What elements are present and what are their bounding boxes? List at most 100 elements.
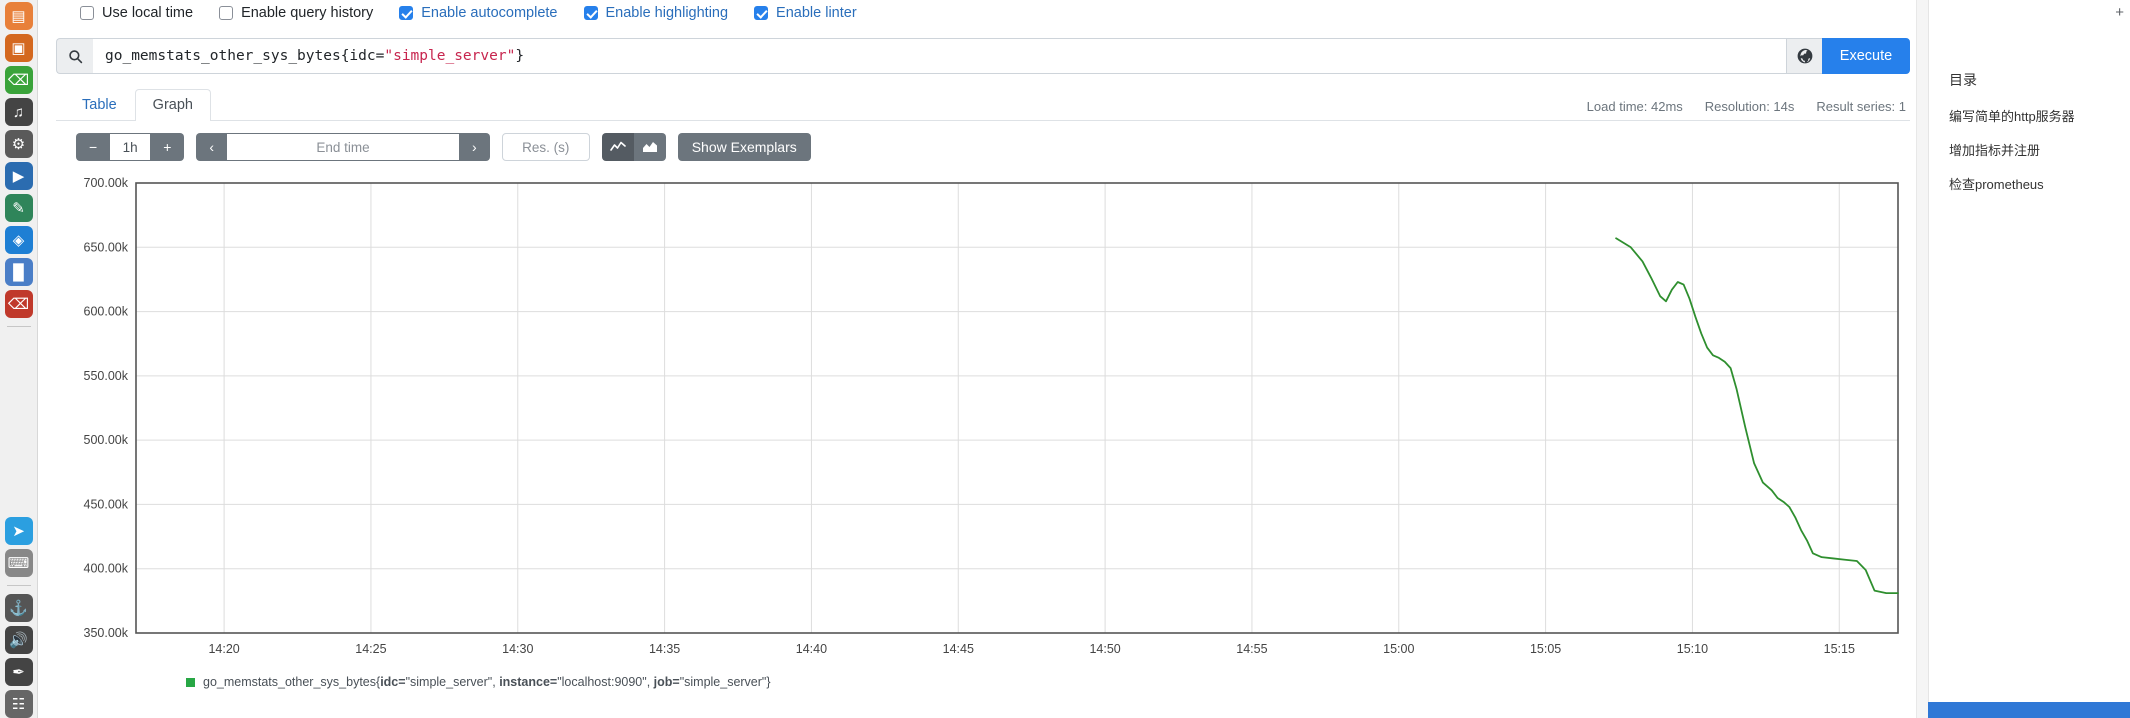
svg-text:14:45: 14:45 — [943, 642, 974, 656]
svg-text:14:25: 14:25 — [355, 642, 386, 656]
music-icon[interactable]: ♫ — [4, 98, 33, 126]
globe-icon[interactable] — [1786, 38, 1822, 74]
query-metric-part: go_memstats_other_sys_bytes{idc= — [105, 48, 385, 64]
query-expression-text: go_memstats_other_sys_bytes{idc="simple_… — [105, 48, 524, 64]
query-closing-part: } — [515, 48, 525, 64]
svg-text:14:40: 14:40 — [796, 642, 827, 656]
legend-label-job-key: job= — [653, 675, 680, 689]
svg-text:550.00k: 550.00k — [84, 369, 129, 383]
svg-text:400.00k: 400.00k — [84, 562, 129, 576]
archive-icon[interactable]: ▣ — [4, 34, 33, 62]
anchor-icon[interactable]: ⚓ — [4, 594, 33, 622]
svg-text:15:05: 15:05 — [1530, 642, 1561, 656]
checkbox-use-local-time[interactable] — [80, 6, 94, 20]
time-range-group: − 1h + — [76, 133, 185, 161]
svg-text:14:50: 14:50 — [1089, 642, 1120, 656]
dock-separator — [6, 326, 31, 327]
option-enable-autocomplete[interactable]: Enable autocomplete — [399, 5, 558, 21]
show-exemplars-button[interactable]: Show Exemplars — [677, 133, 811, 161]
os-dock: ▤ ▣ ⌫ ♫ ⚙ ▶ ✎ ◈ █ ⌫ ➤ ⌨ ⚓ 🔊 ✒ ☷ — [0, 0, 38, 718]
screen: ▤ ▣ ⌫ ♫ ⚙ ▶ ✎ ◈ █ ⌫ ➤ ⌨ ⚓ 🔊 ✒ ☷ Use local time Enable qu… — [0, 0, 2130, 718]
result-tabs-row: Table Graph Load time: 42ms Resolution: 1… — [56, 87, 1910, 121]
execute-button[interactable]: Execute — [1822, 38, 1910, 74]
checkbox-enable-autocomplete[interactable] — [399, 6, 414, 20]
svg-text:15:10: 15:10 — [1677, 642, 1708, 656]
prev-time-button[interactable]: ‹ — [196, 133, 228, 161]
legend-label-job-val: "simple_server"} — [679, 675, 771, 689]
resolution-input[interactable]: Res. (s) — [501, 133, 590, 161]
settings-gear-icon[interactable]: ⚙ — [4, 130, 33, 158]
tab-table[interactable]: Table — [64, 89, 135, 121]
svg-text:700.00k: 700.00k — [84, 176, 129, 190]
browser-icon[interactable]: ◈ — [4, 226, 33, 254]
svg-text:14:55: 14:55 — [1236, 642, 1267, 656]
dock-separator — [6, 585, 31, 586]
next-time-button[interactable]: › — [459, 133, 490, 161]
range-input[interactable]: 1h — [110, 133, 151, 161]
label-enable-autocomplete: Enable autocomplete — [421, 5, 558, 21]
tab-graph[interactable]: Graph — [134, 88, 211, 121]
option-enable-query-history[interactable]: Enable query history — [219, 5, 373, 21]
decrease-range-button[interactable]: − — [76, 133, 111, 161]
terminal-green-icon[interactable]: ⌫ — [4, 66, 33, 94]
svg-text:650.00k: 650.00k — [84, 240, 129, 254]
query-input[interactable]: go_memstats_other_sys_bytes{idc="simple_… — [93, 38, 1786, 74]
legend-color-swatch — [186, 677, 195, 687]
prometheus-main-panel: Use local time Enable query history Enable… — [38, 0, 1928, 718]
chart-legend: go_memstats_other_sys_bytes{idc="simple_… — [56, 675, 1910, 689]
media-icon[interactable]: ▶ — [4, 162, 33, 190]
label-enable-query-history: Enable query history — [241, 5, 374, 21]
chart-app-icon[interactable]: █ — [4, 258, 33, 286]
legend-metric: go_memstats_other_sys_bytes{ — [203, 675, 381, 689]
graph-controls-toolbar: − 1h + ‹ End time › Res. (s) Show Exempl… — [56, 133, 1910, 161]
graph-chart-area: 700.00k 650.00k 600.00k 550.00k 500.00k 450.0… — [56, 173, 1910, 673]
option-enable-linter[interactable]: Enable linter — [754, 5, 857, 21]
chart-type-group — [601, 133, 666, 161]
option-use-local-time[interactable]: Use local time — [80, 5, 193, 21]
taskbar-strip — [1928, 702, 2130, 718]
query-options-row: Use local time Enable query history Enable… — [56, 0, 1910, 26]
checkbox-enable-linter[interactable] — [754, 6, 769, 20]
query-stats: Load time: 42ms Resolution: 14s Result s… — [1587, 99, 1910, 120]
query-string-part: "simple_server" — [384, 48, 516, 64]
volume-icon[interactable]: 🔊 — [4, 626, 33, 654]
editor-icon[interactable]: ✎ — [4, 194, 33, 222]
label-enable-linter: Enable linter — [776, 5, 857, 21]
stacked-area-chart-icon[interactable] — [633, 133, 666, 161]
checkbox-enable-query-history[interactable] — [219, 6, 234, 20]
end-time-group: ‹ End time › — [196, 133, 490, 161]
toc-link-1[interactable]: 增加指标并注册 — [1949, 140, 2130, 159]
svg-text:500.00k: 500.00k — [84, 433, 129, 447]
legend-series-label[interactable]: go_memstats_other_sys_bytes{idc="simple_… — [203, 675, 771, 689]
svg-text:14:35: 14:35 — [649, 642, 680, 656]
checkbox-enable-highlighting[interactable] — [583, 6, 598, 20]
end-time-input[interactable]: End time — [227, 133, 460, 161]
plus-icon[interactable]: + — [2115, 4, 2124, 21]
search-icon — [56, 38, 93, 74]
increase-range-button[interactable]: + — [150, 133, 185, 161]
calculator-icon[interactable]: ⌨ — [4, 549, 33, 577]
svg-text:600.00k: 600.00k — [84, 305, 129, 319]
toc-link-2[interactable]: 检查prometheus — [1949, 174, 2130, 193]
time-series-chart[interactable]: 700.00k 650.00k 600.00k 550.00k 500.00k 450.0… — [76, 173, 1916, 673]
query-bar: go_memstats_other_sys_bytes{idc="simple_… — [56, 38, 1910, 74]
load-time-stat: Load time: 42ms — [1586, 99, 1683, 114]
svg-text:14:30: 14:30 — [502, 642, 533, 656]
line-chart-icon[interactable] — [601, 133, 634, 161]
svg-text:14:20: 14:20 — [208, 642, 239, 656]
files-icon[interactable]: ▤ — [4, 2, 33, 30]
terminal-red-icon[interactable]: ⌫ — [4, 290, 33, 318]
result-series-stat: Result series: 1 — [1816, 99, 1906, 114]
result-tabs: Table Graph — [56, 88, 211, 121]
label-enable-highlighting: Enable highlighting — [605, 5, 729, 21]
option-enable-highlighting[interactable]: Enable highlighting — [583, 5, 729, 21]
svg-text:15:15: 15:15 — [1824, 642, 1855, 656]
pen-icon[interactable]: ✒ — [4, 658, 33, 686]
toc-link-0[interactable]: 编写简单的http服务器 — [1949, 106, 2130, 125]
grid-icon[interactable]: ☷ — [4, 690, 33, 718]
svg-text:350.00k: 350.00k — [84, 626, 129, 640]
legend-label-idc-val: "simple_server", — [405, 675, 500, 689]
toc-title: 目录 — [1949, 72, 1977, 88]
telegram-icon[interactable]: ➤ — [4, 517, 33, 545]
legend-label-instance-val: "localhost:9090", — [557, 675, 654, 689]
